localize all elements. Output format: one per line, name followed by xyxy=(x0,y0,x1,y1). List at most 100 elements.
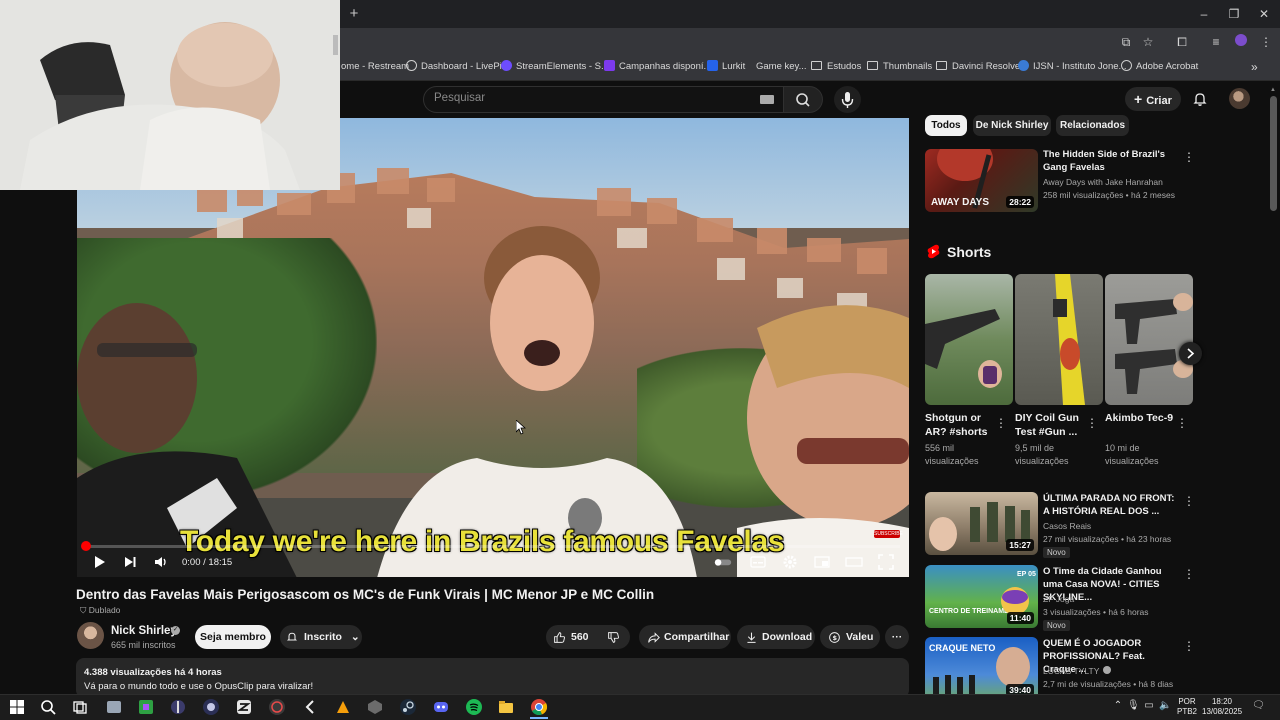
bookmark-lurkit[interactable]: Lurkit xyxy=(707,59,745,75)
more-vertical-icon[interactable]: ⋮ xyxy=(1086,416,1098,430)
minimize-icon[interactable]: – xyxy=(1194,5,1214,23)
app-icon-4[interactable] xyxy=(235,698,253,716)
video-thumbnail[interactable]: AWAY DAYS 28:22 xyxy=(925,149,1038,212)
app-icon-7[interactable] xyxy=(334,698,352,716)
speaker-icon[interactable]: 🔈 xyxy=(1159,700,1171,712)
like-dislike-group[interactable]: 560 xyxy=(546,625,630,649)
play-button[interactable] xyxy=(90,553,108,571)
tray-overflow-icon[interactable]: ⌃ xyxy=(1112,700,1124,712)
more-vertical-icon[interactable]: ⋮ xyxy=(1183,567,1195,581)
bookmark-streamelements[interactable]: StreamElements - S... xyxy=(501,59,609,75)
new-tab-icon[interactable]: + xyxy=(346,6,362,22)
video-channel[interactable]: Casos Reais xyxy=(1043,521,1091,531)
short-thumbnail[interactable] xyxy=(1015,274,1103,405)
video-channel[interactable]: LUCAS TYLTY xyxy=(1043,666,1112,676)
download-button[interactable]: Download xyxy=(737,625,815,649)
fullscreen-button[interactable] xyxy=(877,553,895,571)
next-button[interactable] xyxy=(121,553,139,571)
settings-button[interactable] xyxy=(781,553,799,571)
app-icon-2[interactable] xyxy=(137,698,155,716)
windows-start-icon[interactable] xyxy=(8,698,26,716)
subscribed-button[interactable]: Inscrito ⌄ xyxy=(280,625,362,649)
video-thumbnail[interactable]: CRAQUE NETO 39:40 xyxy=(925,637,1038,700)
video-channel[interactable]: ZF Joga xyxy=(1043,594,1074,604)
short-thumbnail[interactable] xyxy=(1105,274,1193,405)
browser-menu-icon[interactable]: ⋮ xyxy=(1258,34,1274,50)
subtitles-button[interactable] xyxy=(749,553,767,571)
app-icon-3[interactable] xyxy=(169,698,187,716)
more-vertical-icon[interactable]: ⋮ xyxy=(1176,416,1188,430)
bookmark-folder-davinci[interactable]: Davinci Resolve xyxy=(936,59,1020,75)
chip-all[interactable]: Todos xyxy=(925,115,967,136)
chip-related[interactable]: Relacionados xyxy=(1056,115,1129,136)
autoplay-toggle[interactable] xyxy=(714,553,732,571)
channel-avatar[interactable] xyxy=(77,622,104,649)
short-title[interactable]: DIY Coil Gun Test #Gun ... xyxy=(1015,411,1089,439)
notifications-button[interactable] xyxy=(1192,91,1208,107)
video-thumbnail[interactable]: CENTRO DE TREINAMENTO EP 05 11:40 xyxy=(925,565,1038,628)
description-box[interactable] xyxy=(76,658,909,698)
network-icon[interactable]: ▭ xyxy=(1143,700,1155,712)
video-progress-bar[interactable] xyxy=(85,545,900,548)
video-channel[interactable]: Away Days with Jake Hanrahan xyxy=(1043,177,1163,187)
more-vertical-icon[interactable]: ⋮ xyxy=(1183,150,1195,164)
like-icon[interactable] xyxy=(553,631,566,644)
video-title-link[interactable]: ÚLTIMA PARADA NO FRONT: A HISTÓRIA REAL … xyxy=(1043,492,1178,518)
account-avatar[interactable] xyxy=(1229,88,1250,109)
discord-icon[interactable] xyxy=(432,698,450,716)
channel-name[interactable]: Nick Shirley xyxy=(111,625,177,637)
bookmarks-overflow-icon[interactable]: » xyxy=(1251,59,1258,75)
bookmark-ijsn[interactable]: IJSN - Instituto Jone... xyxy=(1018,59,1126,75)
input-language[interactable]: POR PTB2 xyxy=(1177,697,1197,717)
restore-icon[interactable]: ❐ xyxy=(1224,5,1244,23)
microphone-icon[interactable]: 🎙 xyxy=(1127,700,1140,712)
spotify-icon[interactable] xyxy=(465,698,483,716)
cast-icon[interactable]: ⧉ xyxy=(1118,34,1134,50)
miniplayer-button[interactable] xyxy=(813,553,831,571)
app-icon-1[interactable] xyxy=(105,698,123,716)
app-icon-8[interactable] xyxy=(366,698,384,716)
notification-center-icon[interactable]: 🗨 xyxy=(1252,700,1265,712)
search-button[interactable] xyxy=(784,86,823,113)
create-button[interactable]: + Criar xyxy=(1125,87,1181,111)
more-vertical-icon[interactable]: ⋮ xyxy=(1183,494,1195,508)
dislike-icon[interactable] xyxy=(607,631,620,644)
bookmark-star-icon[interactable]: ☆ xyxy=(1140,34,1156,50)
shorts-next-button[interactable] xyxy=(1179,342,1202,365)
voice-search-button[interactable] xyxy=(834,86,861,113)
app-icon-5[interactable] xyxy=(268,698,286,716)
profile-icon[interactable] xyxy=(1233,34,1249,50)
steam-icon[interactable] xyxy=(399,698,417,716)
theater-mode-button[interactable] xyxy=(845,553,863,571)
short-title[interactable]: Akimbo Tec-9 xyxy=(1105,411,1179,425)
bookmark-adobe[interactable]: Adobe Acrobat xyxy=(1121,59,1198,75)
bookmark-folder-thumbnails[interactable]: Thumbnails xyxy=(867,59,932,75)
app-icon-6[interactable] xyxy=(301,698,319,716)
video-scrubber[interactable] xyxy=(81,541,91,551)
short-title[interactable]: Shotgun or AR? #shorts xyxy=(925,411,999,439)
extensions-icon[interactable]: ⧠ xyxy=(1174,34,1190,50)
bookmark-folder-estudos[interactable]: Estudos xyxy=(811,59,861,75)
chrome-icon[interactable] xyxy=(530,698,548,716)
video-title-link[interactable]: The Hidden Side of Brazil's Gang Favelas xyxy=(1043,148,1178,174)
bookmark-campanhas[interactable]: Campanhas disponí... xyxy=(604,59,711,75)
taskbar-clock[interactable]: 18:20 13/08/2025 xyxy=(1202,697,1242,717)
keyboard-icon[interactable] xyxy=(760,95,774,104)
task-view-icon[interactable] xyxy=(71,698,89,716)
bookmark-livepix[interactable]: Dashboard - LivePix xyxy=(406,59,507,75)
media-control-icon[interactable]: ≡ xyxy=(1208,34,1224,50)
more-actions-button[interactable]: ··· xyxy=(885,625,909,649)
more-vertical-icon[interactable]: ⋮ xyxy=(1183,639,1195,653)
short-thumbnail[interactable] xyxy=(925,274,1013,405)
obs-icon[interactable] xyxy=(202,698,220,716)
bookmark-restream[interactable]: ome - Restream xyxy=(341,59,409,75)
file-explorer-icon[interactable] xyxy=(497,698,515,716)
bookmark-gamekey[interactable]: Game key... xyxy=(756,59,807,75)
chip-from-channel[interactable]: De Nick Shirley xyxy=(973,115,1051,136)
volume-button[interactable] xyxy=(152,553,170,571)
thanks-button[interactable]: $ Valeu xyxy=(820,625,880,649)
scroll-up-icon[interactable]: ▲ xyxy=(1270,87,1278,93)
join-button[interactable]: Seja membro xyxy=(195,625,271,649)
search-icon[interactable] xyxy=(39,698,57,716)
page-scrollbar[interactable] xyxy=(1270,96,1277,211)
